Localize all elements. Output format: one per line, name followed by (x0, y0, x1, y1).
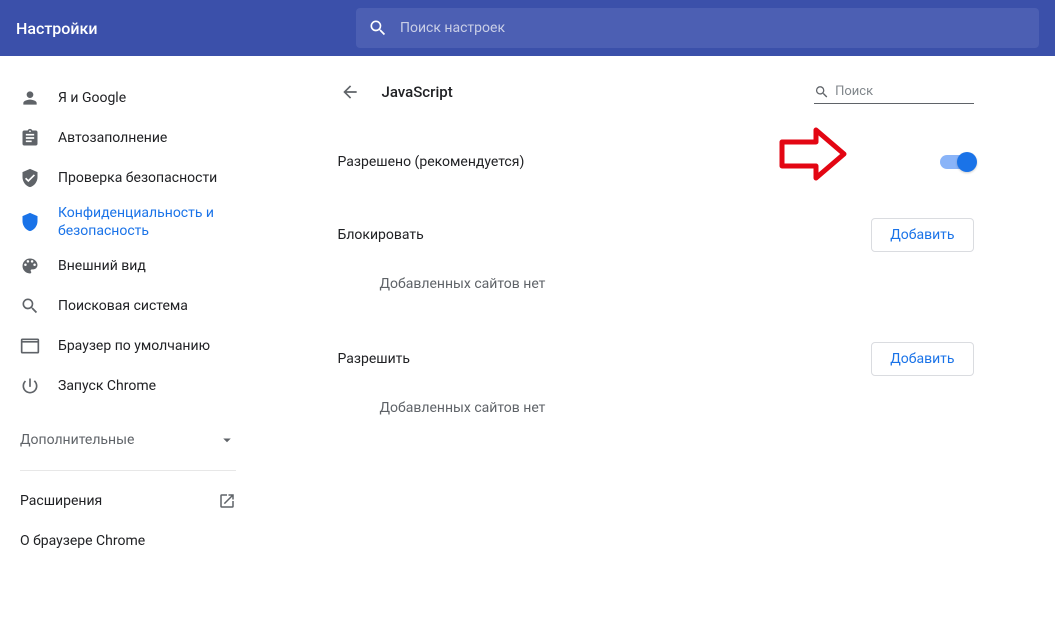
global-search-input[interactable] (400, 20, 1027, 36)
sidebar-item-search-engine[interactable]: Поисковая система (0, 286, 256, 326)
block-add-button[interactable]: Добавить (871, 218, 973, 252)
page-title: JavaScript (382, 83, 453, 101)
shield-check-icon (20, 168, 40, 188)
sidebar-item-about[interactable]: О браузере Chrome (0, 521, 256, 561)
extensions-label: Расширения (20, 493, 102, 509)
person-icon (20, 88, 40, 108)
sidebar-item-label: Конфиденциальность и безопасность (58, 204, 218, 240)
sidebar-divider (20, 470, 236, 471)
page-head: JavaScript (336, 80, 976, 114)
main: JavaScript Разрешено (рекомендуется) Бло… (256, 56, 1055, 619)
sidebar-advanced-toggle[interactable]: Дополнительные (0, 420, 256, 460)
global-search[interactable] (356, 8, 1039, 48)
sidebar-item-label: Поисковая система (58, 298, 188, 314)
sidebar-item-privacy-security[interactable]: Конфиденциальность и безопасность (0, 198, 256, 246)
search-icon (814, 83, 830, 101)
allowed-setting-row: Разрешено (рекомендуется) (336, 136, 976, 188)
advanced-label: Дополнительные (20, 432, 134, 448)
sidebar-item-safety-check[interactable]: Проверка безопасности (0, 158, 256, 198)
shell: Я и Google Автозаполнение Проверка безоп… (0, 56, 1055, 619)
sidebar-item-autofill[interactable]: Автозаполнение (0, 118, 256, 158)
sidebar-item-label: Проверка безопасности (58, 170, 217, 186)
sidebar-item-default-browser[interactable]: Браузер по умолчанию (0, 326, 256, 366)
block-section-title: Блокировать (338, 227, 424, 243)
allow-section-title: Разрешить (338, 351, 411, 367)
about-label: О браузере Chrome (20, 533, 145, 549)
toggle-knob (957, 152, 977, 172)
shield-icon (20, 212, 40, 232)
sidebar-item-appearance[interactable]: Внешний вид (0, 246, 256, 286)
browser-icon (20, 336, 40, 356)
block-empty-text: Добавленных сайтов нет (336, 258, 976, 304)
javascript-toggle[interactable] (940, 155, 974, 169)
inline-search[interactable] (814, 80, 974, 104)
search-icon (20, 296, 40, 316)
clipboard-icon (20, 128, 40, 148)
palette-icon (20, 256, 40, 276)
back-button[interactable] (338, 80, 362, 104)
sidebar-item-extensions[interactable]: Расширения (0, 481, 256, 521)
sidebar-item-label: Запуск Chrome (58, 378, 156, 394)
arrow-back-icon (340, 82, 360, 102)
allow-empty-text: Добавленных сайтов нет (336, 382, 976, 428)
open-in-new-icon (218, 492, 236, 510)
allowed-label: Разрешено (рекомендуется) (338, 154, 525, 170)
sidebar-item-label: Внешний вид (58, 258, 146, 274)
sidebar-item-label: Я и Google (58, 90, 126, 106)
title-row: JavaScript (338, 80, 453, 104)
inline-search-input[interactable] (835, 84, 973, 99)
power-icon (20, 376, 40, 396)
app-title: Настройки (16, 19, 356, 38)
sidebar-item-label: Автозаполнение (58, 130, 167, 146)
sidebar-item-on-startup[interactable]: Запуск Chrome (0, 366, 256, 406)
sidebar: Я и Google Автозаполнение Проверка безоп… (0, 56, 256, 619)
allow-add-button[interactable]: Добавить (871, 342, 973, 376)
sidebar-item-label: Браузер по умолчанию (58, 338, 210, 354)
search-icon (368, 18, 388, 38)
main-inner: JavaScript Разрешено (рекомендуется) Бло… (336, 56, 976, 428)
allow-section-head: Разрешить Добавить (336, 330, 976, 382)
block-section-head: Блокировать Добавить (336, 206, 976, 258)
topbar: Настройки (0, 0, 1055, 56)
sidebar-item-you-and-google[interactable]: Я и Google (0, 78, 256, 118)
caret-down-icon (218, 431, 236, 449)
